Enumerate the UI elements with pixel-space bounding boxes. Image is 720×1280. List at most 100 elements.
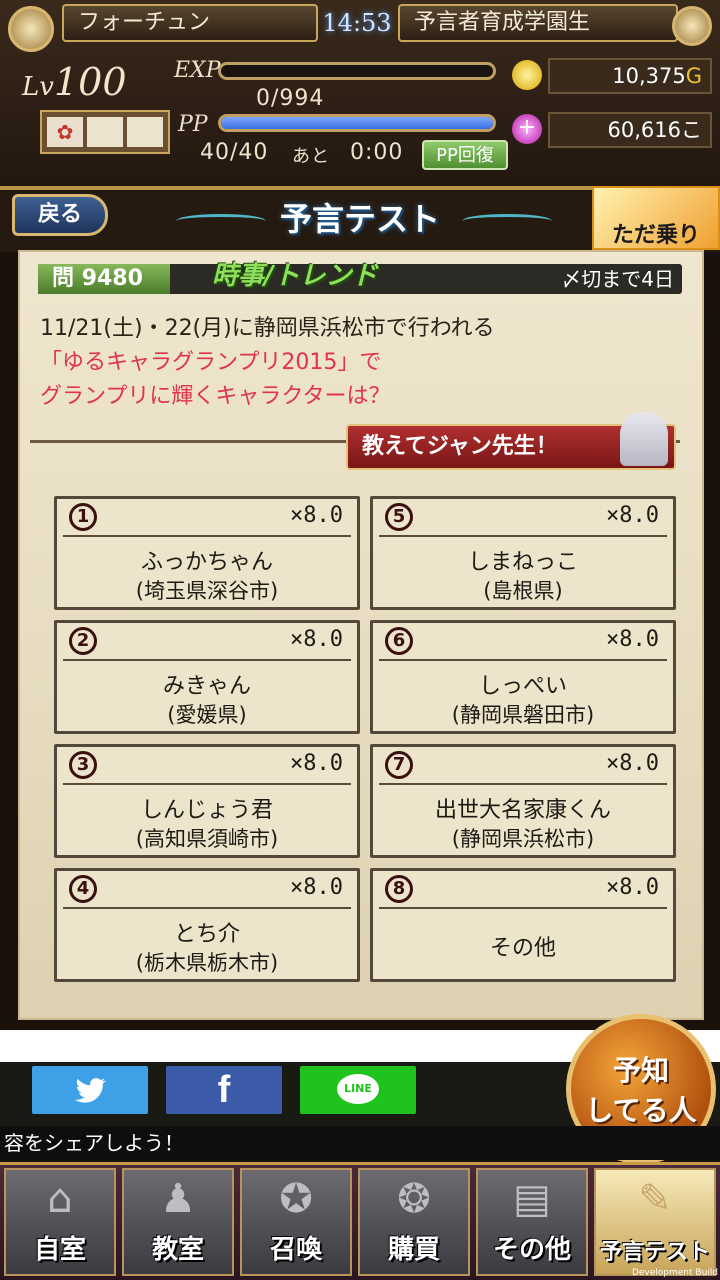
option-5[interactable]: 5 ×8.0 しまねっこ (島根県) bbox=[370, 496, 676, 610]
rose-emblem-icon[interactable]: ✿ bbox=[47, 117, 83, 147]
question-line-1: 11/21(土)・22(月)に静岡県浜松市で行われる bbox=[40, 316, 495, 341]
option-divider bbox=[379, 535, 667, 537]
gem-unit: こ bbox=[681, 118, 702, 142]
line-share-button[interactable]: LINE bbox=[300, 1066, 416, 1114]
nav-label: 購買 bbox=[387, 1235, 440, 1265]
line-icon-label: LINE bbox=[344, 1082, 372, 1095]
option-3[interactable]: 3 ×8.0 しんじょう君 (高知県須崎市) bbox=[54, 744, 360, 858]
option-2[interactable]: 2 ×8.0 みきゃん (愛媛県) bbox=[54, 620, 360, 734]
gem-display: 60,616こ bbox=[548, 112, 712, 148]
option-divider bbox=[63, 907, 351, 909]
other-icon: ▤ bbox=[513, 1176, 551, 1222]
option-odds: ×8.0 bbox=[290, 503, 343, 528]
option-number: 8 bbox=[385, 875, 413, 903]
nav-summon[interactable]: ✪ 召喚 bbox=[240, 1168, 352, 1276]
option-divider bbox=[379, 659, 667, 661]
option-odds: ×8.0 bbox=[290, 751, 343, 776]
option-divider bbox=[63, 535, 351, 537]
option-name: ふっかちゃん bbox=[140, 550, 273, 575]
nav-label: 教室 bbox=[151, 1235, 204, 1265]
swirl-ornament-left bbox=[176, 214, 266, 228]
option-place: (栃木県栃木市) bbox=[135, 951, 279, 975]
shop-icon: ❂ bbox=[397, 1176, 431, 1222]
pp-recover-time: 0:00 bbox=[350, 140, 404, 165]
exp-bar bbox=[218, 62, 496, 80]
rank-title: 予言者育成学園生 bbox=[414, 10, 591, 35]
nav-prophecy-test[interactable]: ✎ 予言テスト bbox=[594, 1168, 716, 1276]
player-name-plate: フォーチュン bbox=[62, 4, 318, 42]
option-divider bbox=[379, 907, 667, 909]
option-odds: ×8.0 bbox=[606, 875, 659, 900]
option-place: (高知県須崎市) bbox=[135, 827, 279, 851]
level-prefix: Lv bbox=[22, 72, 54, 102]
option-number: 5 bbox=[385, 503, 413, 531]
option-name: みきゃん bbox=[162, 674, 251, 699]
question-line-2: 「ゆるキャラグランプリ2015」で bbox=[40, 350, 382, 375]
teacher-avatar bbox=[620, 412, 668, 466]
back-button[interactable]: 戻る bbox=[12, 194, 108, 236]
free-ride-label: ただ乗り bbox=[611, 223, 700, 248]
option-odds: ×8.0 bbox=[290, 875, 343, 900]
dev-build-note: Development Build bbox=[631, 1268, 718, 1278]
option-number: 2 bbox=[69, 627, 97, 655]
option-1[interactable]: 1 ×8.0 ふっかちゃん (埼玉県深谷市) bbox=[54, 496, 360, 610]
level-value: 100 bbox=[53, 60, 127, 104]
nav-label: 予言テスト bbox=[599, 1240, 710, 1265]
gold-unit: G bbox=[685, 64, 702, 88]
question-text: 11/21(土)・22(月)に静岡県浜松市で行われる 「ゆるキャラグランプリ20… bbox=[40, 312, 680, 414]
option-place: (愛媛県) bbox=[167, 703, 247, 727]
deadline: 〆切まで4日 bbox=[561, 267, 674, 291]
option-name: しんじょう君 bbox=[140, 798, 273, 823]
gem-plus-icon[interactable]: + bbox=[512, 114, 542, 144]
predictors-button-line2: してる人 bbox=[585, 1094, 697, 1127]
pp-recover-prefix: あと bbox=[292, 146, 330, 167]
nav-shop[interactable]: ❂ 購買 bbox=[358, 1168, 470, 1276]
gem-value: 60,616 bbox=[607, 118, 681, 142]
empty-slot[interactable] bbox=[87, 117, 123, 147]
option-7[interactable]: 7 ×8.0 出世大名家康くん (静岡県浜松市) bbox=[370, 744, 676, 858]
option-divider bbox=[63, 659, 351, 661]
option-8[interactable]: 8 ×8.0 その他 bbox=[370, 868, 676, 982]
option-odds: ×8.0 bbox=[290, 627, 343, 652]
compass-ornament-icon bbox=[8, 6, 54, 52]
pp-bar bbox=[218, 114, 496, 132]
settings-ornament-icon[interactable] bbox=[672, 6, 712, 46]
option-place: (静岡県浜松市) bbox=[451, 827, 595, 851]
option-name: 出世大名家康くん bbox=[434, 798, 611, 823]
room-icon: ⌂ bbox=[47, 1176, 73, 1222]
twitter-share-button[interactable] bbox=[32, 1066, 148, 1114]
equipment-slots[interactable]: ✿ bbox=[40, 110, 170, 154]
empty-slot[interactable] bbox=[127, 117, 163, 147]
option-name: しまねっこ bbox=[467, 550, 578, 575]
facebook-share-button[interactable]: f bbox=[166, 1066, 282, 1114]
question-number-label: 問 bbox=[52, 266, 75, 291]
facebook-icon: f bbox=[217, 1069, 231, 1111]
nav-other[interactable]: ▤ その他 bbox=[476, 1168, 588, 1276]
swirl-ornament-right bbox=[462, 214, 552, 228]
summon-circle-icon: ✪ bbox=[279, 1176, 313, 1222]
pp-recover-button[interactable]: PP回復 bbox=[422, 140, 508, 170]
nav-label: その他 bbox=[492, 1235, 571, 1265]
question-number-value: 9480 bbox=[81, 266, 143, 291]
option-6[interactable]: 6 ×8.0 しっぺい (静岡県磐田市) bbox=[370, 620, 676, 734]
option-number: 3 bbox=[69, 751, 97, 779]
gold-coin-icon bbox=[512, 60, 542, 90]
player-name: フォーチュン bbox=[78, 10, 211, 35]
rank-title-plate: 予言者育成学園生 bbox=[398, 4, 678, 42]
nav-room[interactable]: ⌂ 自室 bbox=[4, 1168, 116, 1276]
level-display: Lv100 bbox=[22, 60, 127, 104]
question-line-3: グランプリに輝くキャラクターは？ bbox=[40, 384, 391, 409]
option-4[interactable]: 4 ×8.0 とち介 (栃木県栃木市) bbox=[54, 868, 360, 982]
option-place: (静岡県磐田市) bbox=[451, 703, 595, 727]
pp-value: 40/40 bbox=[200, 140, 269, 165]
nav-label: 自室 bbox=[33, 1235, 86, 1265]
predictors-button-line1: 予知 bbox=[612, 1054, 669, 1087]
option-number: 1 bbox=[69, 503, 97, 531]
gold-value: 10,375 bbox=[612, 64, 686, 88]
clock: 14:53 bbox=[322, 9, 392, 37]
option-place: (島根県) bbox=[483, 579, 563, 603]
nav-classroom[interactable]: ♟ 教室 bbox=[122, 1168, 234, 1276]
option-divider bbox=[379, 783, 667, 785]
option-odds: ×8.0 bbox=[606, 627, 659, 652]
free-ride-banner[interactable]: ただ乗り bbox=[592, 186, 720, 250]
